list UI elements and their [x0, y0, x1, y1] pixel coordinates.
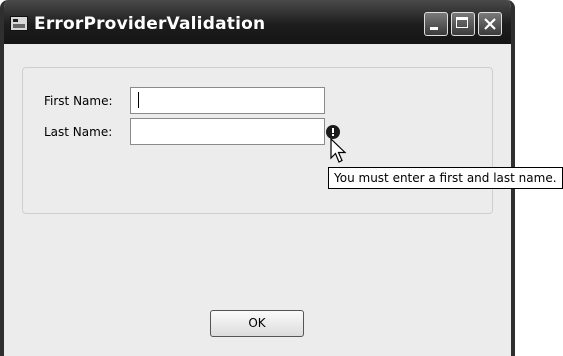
text-caret: [138, 92, 139, 108]
first-name-input[interactable]: [130, 87, 325, 114]
title-bar[interactable]: ErrorProviderValidation: [4, 0, 511, 44]
close-icon: [484, 18, 496, 30]
error-icon[interactable]: [326, 125, 340, 139]
last-name-input[interactable]: [130, 118, 325, 145]
window-title: ErrorProviderValidation: [34, 14, 266, 34]
error-tooltip: You must enter a first and last name.: [328, 167, 563, 189]
ok-button[interactable]: OK: [210, 310, 304, 337]
mouse-pointer-icon: [330, 138, 347, 163]
minimize-button[interactable]: [424, 12, 448, 36]
app-window-icon[interactable]: [10, 16, 28, 31]
first-name-label: First Name:: [44, 94, 113, 108]
close-button[interactable]: [478, 12, 502, 36]
maximize-button[interactable]: [451, 12, 475, 36]
last-name-label: Last Name:: [44, 125, 113, 139]
